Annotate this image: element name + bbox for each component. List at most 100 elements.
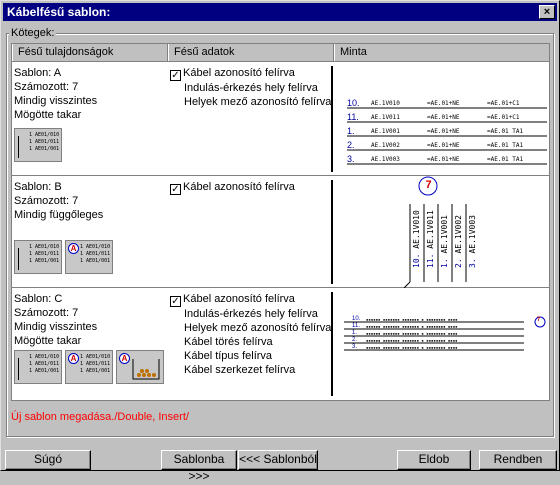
- row-c-sample: ▪▪▪▪▪▪ ▪▪▪▪▪▪▪ ▪▪▪▪▪▪▪ ▪ ▪▪▪▪▪▪▪▪ ▪▪▪▪ ▪…: [344, 316, 549, 356]
- row-b-checkbox-label: Kábel azonosító felírva: [183, 181, 295, 193]
- column-header-data[interactable]: Fésű adatok: [168, 44, 334, 61]
- sample-id: AE.1V001: [371, 128, 400, 135]
- row-a-data: ✓ Kábel azonosító felírva Indulás-érkezés…: [170, 66, 331, 109]
- sample-id: AE.1V003: [468, 215, 477, 254]
- sample-num: 2.: [454, 258, 463, 268]
- row-b-prop: Számozott: 7: [14, 195, 79, 207]
- sample-id: AE.1V002: [371, 142, 400, 149]
- sample-num: 11.: [347, 112, 359, 122]
- checkbox-checked-icon[interactable]: ✓: [170, 70, 181, 81]
- checkbox-checked-icon[interactable]: ✓: [170, 296, 181, 307]
- sample-from: =AE.01+NE: [427, 128, 460, 135]
- thumb-line: 1 AE01/010: [29, 132, 60, 138]
- svg-text:▪▪▪▪▪▪ ▪▪▪▪▪▪▪ ▪▪▪▪▪▪▪ ▪ ▪: ▪▪▪▪▪▪ ▪▪▪▪▪▪▪ ▪▪▪▪▪▪▪ ▪ ▪▪▪▪▪▪▪▪ ▪▪▪▪: [366, 338, 458, 343]
- row-b-thumbnail-badge: A 1 AE01/010 1 AE01/011 1 AE01/001: [65, 240, 113, 274]
- title-bar: Kábelfésű sablon: ×: [3, 3, 557, 21]
- thumb-bar: [18, 136, 19, 158]
- comb-spine: [331, 66, 333, 172]
- svg-text:▪▪▪▪▪▪ ▪▪▪▪▪▪▪ ▪▪▪▪▪▪▪ ▪ ▪: ▪▪▪▪▪▪ ▪▪▪▪▪▪▪ ▪▪▪▪▪▪▪ ▪ ▪▪▪▪▪▪▪▪ ▪▪▪▪: [366, 345, 458, 350]
- sample-dense-svg: ▪▪▪▪▪▪ ▪▪▪▪▪▪▪ ▪▪▪▪▪▪▪ ▪ ▪▪▪▪▪▪▪▪ ▪▪▪▪ ▪…: [344, 316, 546, 351]
- row-c-properties: Sablon: C Számozott: 7 Mindig visszintes…: [14, 292, 97, 348]
- sample-num: 11.: [352, 323, 360, 329]
- row-c-extra: Helyek mező azonosító felírva: [184, 322, 332, 334]
- table-row-a[interactable]: Sablon: A Számozott: 7 Mindig visszintes…: [12, 62, 549, 176]
- count-circle: 7: [425, 179, 432, 191]
- close-button[interactable]: ×: [539, 5, 555, 19]
- sample-from: =AE.01+NE: [427, 100, 460, 107]
- row-b-thumbnail: 1 AE01/010 1 AE01/011 1 AE01/001: [14, 240, 62, 274]
- row-b-prop: Mindig függőleges: [14, 209, 104, 221]
- sample-num: 2.: [352, 337, 358, 343]
- sample-id: AE.1V001: [440, 215, 449, 254]
- checkbox-checked-icon[interactable]: ✓: [170, 184, 181, 195]
- row-c-checkbox-label: Kábel azonosító felírva: [183, 293, 295, 305]
- svg-text:▪▪▪▪▪▪ ▪▪▪▪▪▪▪ ▪▪▪▪▪▪▪ ▪ ▪: ▪▪▪▪▪▪ ▪▪▪▪▪▪▪ ▪▪▪▪▪▪▪ ▪ ▪▪▪▪▪▪▪▪ ▪▪▪▪: [366, 317, 458, 322]
- thumb-line: 1 AE01/011: [29, 361, 60, 367]
- row-b-data: ✓ Kábel azonosító felírva: [170, 180, 295, 195]
- thumb-line: 1 AE01/001: [29, 368, 60, 374]
- vsample-col: 3. AE.1V003: [468, 206, 480, 280]
- sample-row: 3. AE.1V003 =AE.01+NE =AE.01 TA1: [347, 154, 547, 168]
- from-template-button[interactable]: <<< Sablonból: [238, 450, 318, 470]
- row-a-thumbnail: 1 AE01/010 1 AE01/011 1 AE01/001: [14, 128, 62, 162]
- vsample-col: 1. AE.1V001: [440, 206, 452, 280]
- row-c-extra: Kábel szerkezet felírva: [184, 364, 296, 376]
- ok-button[interactable]: Rendben: [479, 450, 557, 470]
- sample-to: =AE.01 TA1: [487, 128, 524, 135]
- row-a-extra: Helyek mező azonosító felírva: [184, 96, 332, 108]
- thumb-line: 1 AE01/001: [80, 258, 111, 264]
- help-button[interactable]: Súgó: [5, 450, 91, 470]
- to-template-button[interactable]: Sablonba >>>: [161, 450, 237, 483]
- sample-row: 2. AE.1V002 =AE.01+NE =AE.01 TA1: [347, 140, 547, 154]
- sample-to: =AE.01+C1: [487, 114, 520, 121]
- badge-a-icon: A: [68, 243, 79, 254]
- column-header-properties[interactable]: Fésű tulajdonságok: [12, 44, 168, 61]
- row-c-data: ✓ Kábel azonosító felírva Indulás-érkezés…: [170, 292, 331, 377]
- sample-num: 1.: [352, 330, 358, 336]
- row-c-thumbnail-badge: A 1 AE01/010 1 AE01/011 1 AE01/001: [65, 350, 113, 384]
- table-row-c[interactable]: Sablon: C Számozott: 7 Mindig visszintes…: [12, 288, 549, 400]
- sample-to: =AE.01+C1: [487, 100, 520, 107]
- count-circle: 7: [537, 317, 541, 323]
- row-c-thumbnail-bucket: A: [116, 350, 164, 384]
- row-a-properties: Sablon: A Számozott: 7 Mindig visszintes…: [14, 66, 97, 122]
- badge-a-icon: A: [68, 353, 79, 364]
- table-header: Fésű tulajdonságok Fésű adatok Minta: [12, 44, 549, 62]
- thumb-line: 1 AE01/001: [29, 258, 60, 264]
- vsample-col: 2. AE.1V002: [454, 206, 466, 280]
- row-c-extra: Kábel típus felírva: [184, 350, 273, 362]
- row-c-prop: Sablon: C: [14, 293, 63, 305]
- group-label: Kötegek:: [9, 27, 57, 39]
- sample-from: =AE.01+NE: [427, 156, 460, 163]
- thumb-line: 1 AE01/001: [29, 146, 60, 152]
- sample-from: =AE.01+NE: [427, 142, 460, 149]
- table-row-b[interactable]: Sablon: B Számozott: 7 Mindig függőleges…: [12, 176, 549, 288]
- sample-num: 1.: [440, 258, 449, 268]
- thumb-bar: [18, 358, 19, 380]
- vsample-col: 10. AE.1V010: [412, 206, 424, 280]
- sample-to: =AE.01 TA1: [487, 142, 524, 149]
- sample-id: AE.1V011: [426, 210, 435, 249]
- row-a-sample: 10. AE.1V010 =AE.01+NE =AE.01+C1 11. AE.…: [347, 98, 547, 172]
- thumb-line: 1 AE01/011: [80, 251, 111, 257]
- sample-num: 10.: [347, 98, 360, 108]
- sample-id: AE.1V011: [371, 114, 400, 121]
- sample-num: 3.: [352, 344, 358, 350]
- window-title: Kábelfésű sablon:: [7, 5, 111, 19]
- row-a-prop: Mindig visszintes: [14, 95, 98, 107]
- row-c-prop: Számozott: 7: [14, 307, 79, 319]
- sample-num: 11.: [426, 253, 435, 268]
- thumb-line: 1 AE01/010: [80, 354, 111, 360]
- thumb-line: 1 AE01/011: [29, 251, 60, 257]
- sample-row: 11. AE.1V011 =AE.01+NE =AE.01+C1: [347, 112, 547, 126]
- row-b-properties: Sablon: B Számozott: 7 Mindig függőleges: [14, 180, 103, 222]
- row-c-extra: Indulás-érkezés hely felírva: [184, 308, 318, 320]
- sample-id: AE.1V010: [371, 100, 400, 107]
- sample-num: 3.: [347, 154, 355, 164]
- vsample-col: 11. AE.1V011: [426, 206, 438, 280]
- row-a-prop: Mögötte takar: [14, 109, 82, 121]
- column-header-sample[interactable]: Minta: [334, 44, 549, 61]
- sample-num: 1.: [347, 126, 355, 136]
- delete-button[interactable]: Eldob: [397, 450, 471, 470]
- row-c-extra: Kábel törés felírva: [184, 336, 273, 348]
